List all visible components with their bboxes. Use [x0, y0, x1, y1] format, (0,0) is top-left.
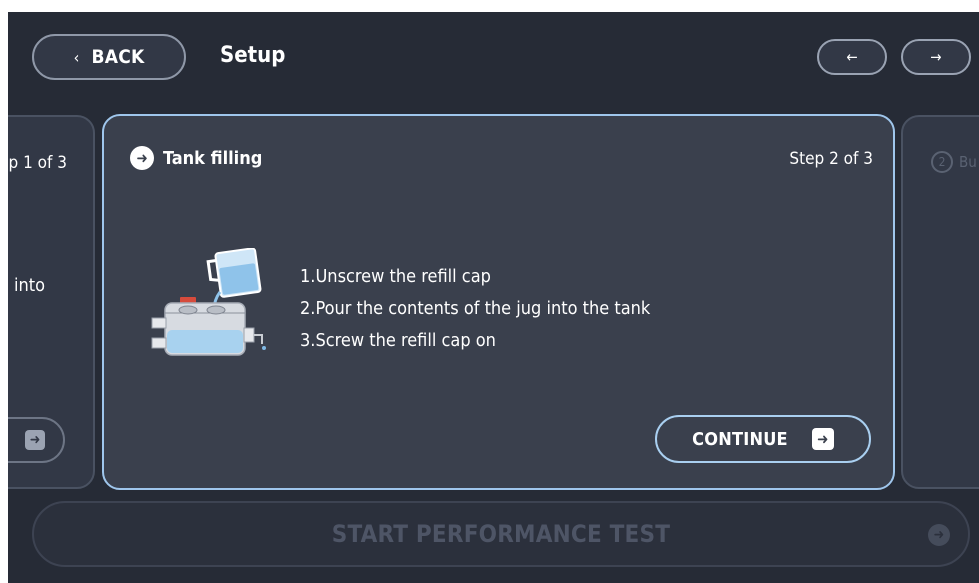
- tank-filling-illustration: [151, 248, 266, 356]
- card-header: ➜ Tank filling: [130, 146, 262, 170]
- current-step-card: ➜ Tank filling Step 2 of 3 1.Unscrew the…: [102, 114, 895, 490]
- arrow-left-icon: ←: [846, 48, 858, 66]
- back-button-label: BACK: [91, 46, 145, 68]
- instruction-item: 3.Screw the refill cap on: [300, 330, 496, 351]
- arrow-right-icon: ➜: [811, 428, 834, 450]
- chevron-left-icon: ‹: [73, 47, 80, 67]
- previous-step-counter: p 1 of 3: [8, 153, 67, 173]
- arrow-right-icon: ➜: [25, 430, 45, 450]
- next-step-title: Bu: [959, 153, 977, 171]
- start-performance-test-button[interactable]: START PERFORMANCE TEST ➜: [32, 501, 970, 567]
- arrow-right-icon: ➜: [928, 524, 950, 546]
- arrow-right-circle-icon: ➜: [130, 146, 154, 170]
- previous-step-continue-button[interactable]: ➜: [8, 417, 65, 463]
- back-button[interactable]: ‹ BACK: [32, 34, 186, 80]
- previous-step-text: into: [14, 275, 46, 296]
- card-title: Tank filling: [163, 147, 263, 169]
- page-title: Setup: [220, 43, 286, 68]
- start-performance-test-label: START PERFORMANCE TEST: [331, 520, 671, 548]
- instruction-item: 2.Pour the contents of the jug into the …: [300, 298, 651, 319]
- previous-step-card[interactable]: p 1 of 3 into ➜: [8, 115, 95, 489]
- instruction-item: 1.Unscrew the refill cap: [300, 266, 491, 287]
- next-step-button[interactable]: →: [901, 39, 971, 75]
- arrow-right-icon: →: [930, 48, 942, 66]
- continue-button-label: CONTINUE: [692, 428, 788, 450]
- step-number-icon: 2: [931, 151, 953, 173]
- previous-step-button[interactable]: ←: [817, 39, 887, 75]
- setup-screen: ‹ BACK Setup ← → p 1 of 3 into ➜ 2 Bu ➜ …: [8, 12, 979, 583]
- continue-button[interactable]: CONTINUE ➜: [655, 415, 871, 463]
- step-counter: Step 2 of 3: [789, 149, 873, 169]
- next-step-header: 2 Bu: [931, 151, 977, 173]
- instruction-list: 1.Unscrew the refill cap 2.Pour the cont…: [300, 261, 650, 357]
- next-step-card[interactable]: 2 Bu: [901, 115, 979, 489]
